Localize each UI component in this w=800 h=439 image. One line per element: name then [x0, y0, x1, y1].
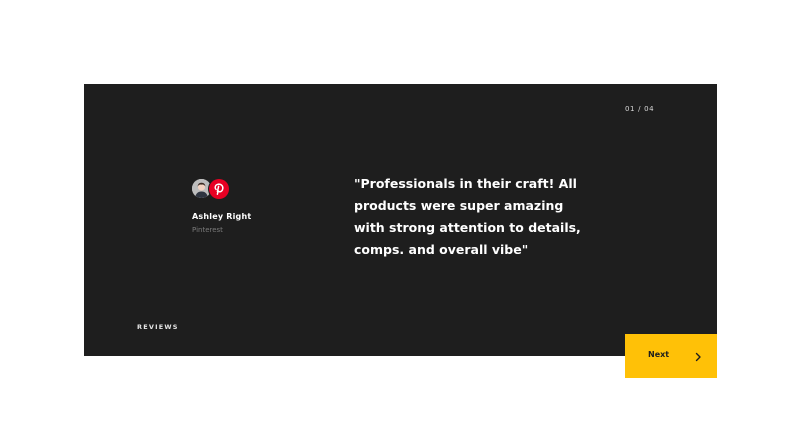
author-company: Pinterest: [192, 226, 223, 234]
slide-counter-separator: /: [638, 105, 642, 113]
section-label: REVIEWS: [137, 323, 179, 331]
next-button[interactable]: Next: [625, 334, 717, 378]
chevron-right-glyph: [695, 352, 701, 362]
testimonial-card: 01/04 Ashley Right Pinterest "Profession…: [84, 84, 717, 356]
next-button-label: Next: [648, 350, 670, 359]
chevron-right-icon: [694, 351, 702, 362]
author-avatars: [192, 179, 232, 201]
pinterest-logo-glyph: [214, 183, 224, 195]
author-block: Ashley Right Pinterest: [192, 179, 312, 234]
page: 01/04 Ashley Right Pinterest "Profession…: [0, 0, 800, 439]
slide-counter-total: 04: [644, 105, 655, 113]
pinterest-icon: [209, 179, 229, 199]
slide-counter-current: 01: [625, 105, 636, 113]
slide-counter: 01/04: [625, 105, 654, 113]
author-name: Ashley Right: [192, 212, 252, 221]
testimonial-quote: "Professionals in their craft! All produ…: [354, 176, 581, 257]
